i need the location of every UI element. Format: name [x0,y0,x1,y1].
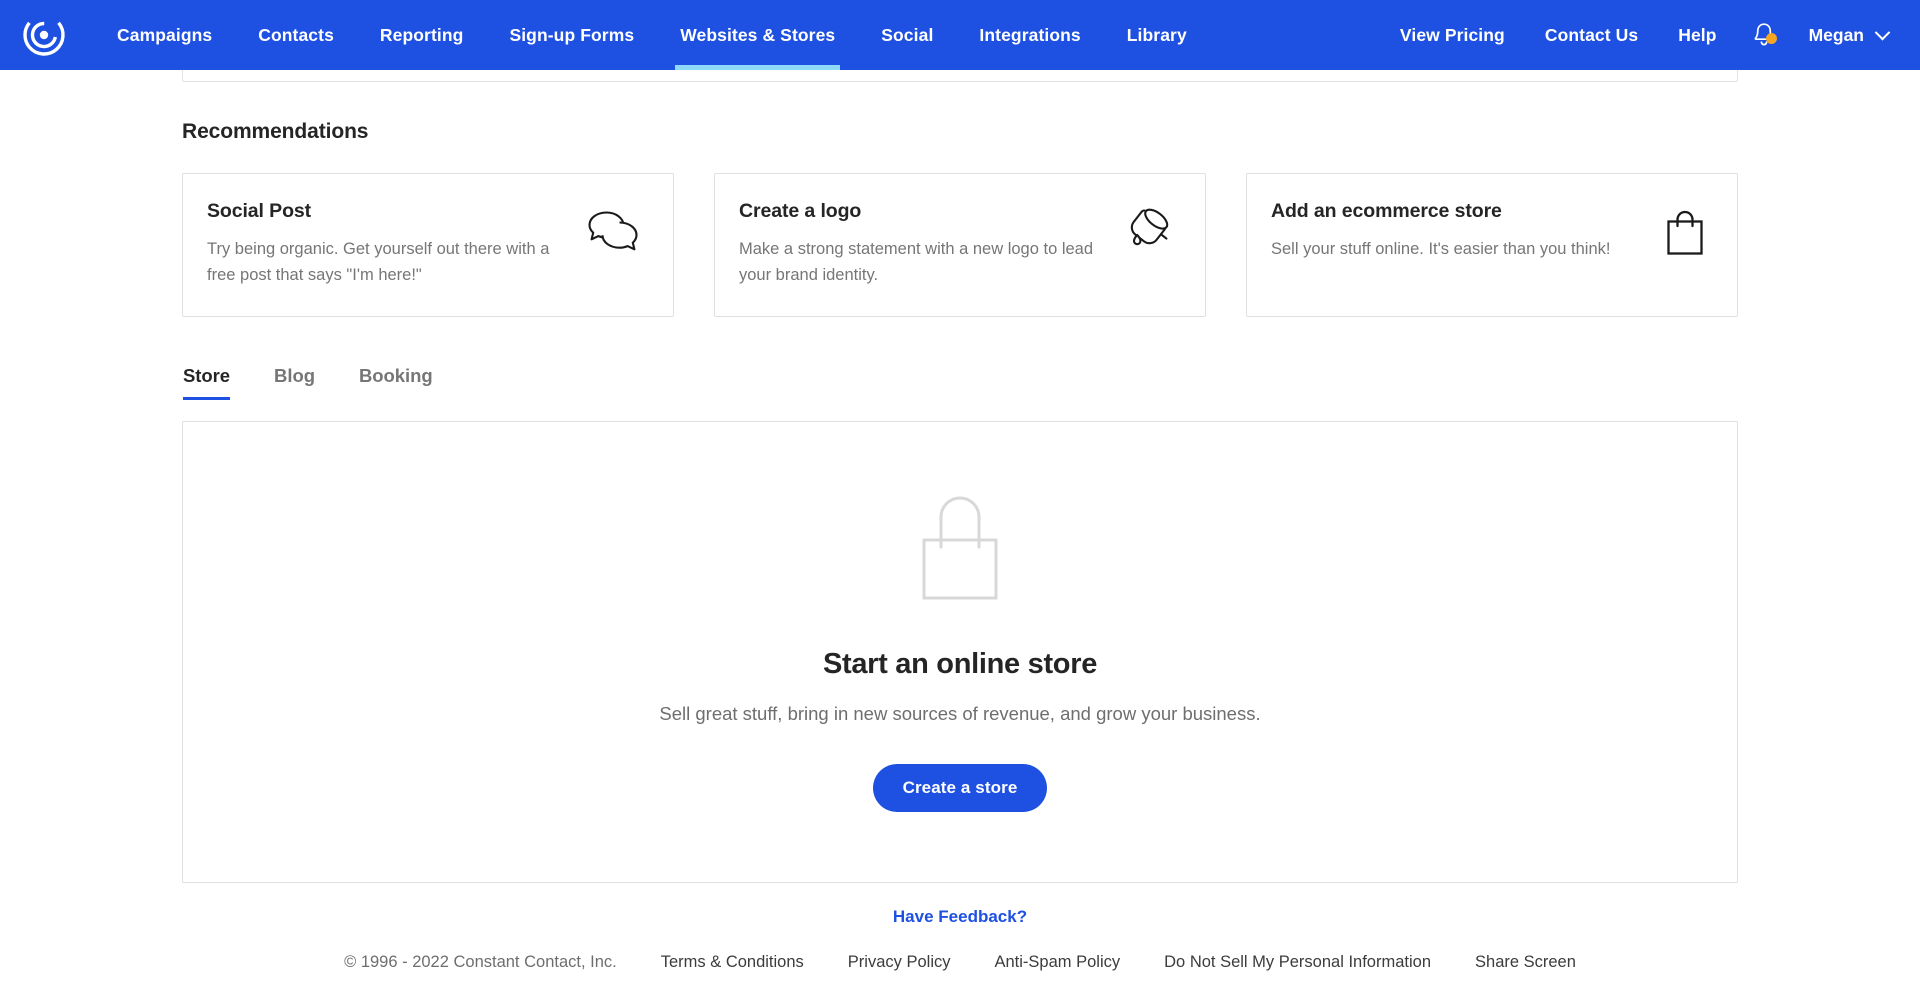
recommendation-card-social-post[interactable]: Social Post Try being organic. Get yours… [182,173,674,318]
nav-item-campaigns[interactable]: Campaigns [94,0,235,70]
footer-link-share-screen[interactable]: Share Screen [1475,953,1576,972]
recommendation-card-description: Make a strong statement with a new logo … [739,240,1094,285]
empty-state-subtitle: Sell great stuff, bring in new sources o… [659,702,1261,724]
shopping-bag-icon [1663,208,1707,263]
footer-link-anti-spam-policy[interactable]: Anti-Spam Policy [995,953,1121,972]
content-container: Recommendations Social Post Try being or… [182,70,1738,992]
footer-link-do-not-sell-my-personal-information[interactable]: Do Not Sell My Personal Information [1164,953,1431,972]
recommendation-card-add-ecommerce-store[interactable]: Add an ecommerce store Sell your stuff o… [1246,173,1738,318]
nav-item-view-pricing[interactable]: View Pricing [1380,0,1525,70]
recommendation-card-title: Add an ecommerce store [1271,200,1502,222]
nav-label: Social [881,24,934,45]
recommendations-heading: Recommendations [182,120,369,143]
nav-label: Websites & Stores [680,24,836,45]
feedback-section: Have Feedback? [182,907,1738,927]
secondary-nav-items: View Pricing Contact Us Help Megan [1380,0,1894,70]
user-name-label: Megan [1808,24,1864,45]
nav-item-sign-up-forms[interactable]: Sign-up Forms [486,0,657,70]
content-type-tabs: Store Blog Booking [182,365,1738,401]
notification-alert-dot [1765,33,1777,44]
footer-link-privacy-policy[interactable]: Privacy Policy [848,953,951,972]
nav-item-integrations[interactable]: Integrations [956,0,1103,70]
nav-label: Sign-up Forms [509,24,635,45]
notifications-button[interactable] [1741,0,1787,70]
page-body: Recommendations Social Post Try being or… [0,70,1920,992]
above-panel-card-edge [182,70,1738,82]
footer-link-terms-and-conditions[interactable]: Terms & Conditions [661,953,804,972]
nav-item-websites-and-stores[interactable]: Websites & Stores [657,0,858,70]
tab-blog[interactable]: Blog [274,365,315,400]
nav-label: Contact Us [1544,24,1639,45]
recommendation-card-create-a-logo[interactable]: Create a logo Make a strong statement wi… [714,173,1206,318]
nav-item-contacts[interactable]: Contacts [235,0,357,70]
speech-bubbles-icon [585,208,643,259]
primary-nav-items: Campaigns Contacts Reporting Sign-up For… [94,0,1210,70]
nav-item-social[interactable]: Social [858,0,956,70]
nav-label: Contacts [258,24,334,45]
nav-label: Library [1126,24,1187,45]
chevron-down-icon [1874,24,1891,40]
nav-item-contact-us[interactable]: Contact Us [1525,0,1658,70]
constant-contact-logo-icon[interactable] [22,13,66,57]
copyright-text: © 1996 - 2022 Constant Contact, Inc. [344,953,617,972]
recommendation-card-text: Social Post Try being organic. Get yours… [207,200,573,288]
nav-item-help[interactable]: Help [1658,0,1736,70]
empty-state-title: Start an online store [822,647,1098,680]
paint-bucket-icon [1123,208,1175,261]
nav-item-library[interactable]: Library [1104,0,1210,70]
recommendation-card-title: Create a logo [739,200,862,222]
recommendation-card-description: Try being organic. Get yourself out ther… [207,240,550,285]
tab-label: Booking [358,365,433,387]
recommendation-card-title: Social Post [207,200,312,222]
store-empty-state-panel: Start an online store Sell great stuff, … [182,421,1738,884]
tab-store[interactable]: Store [183,365,231,401]
tab-label: Blog [274,365,315,387]
nav-label: Reporting [379,24,464,45]
recommendation-card-text: Add an ecommerce store Sell your stuff o… [1271,200,1610,262]
top-navigation-bar: Campaigns Contacts Reporting Sign-up For… [0,0,1920,70]
nav-label: Campaigns [117,24,213,45]
create-a-store-button[interactable]: Create a store [872,763,1048,812]
page-footer: © 1996 - 2022 Constant Contact, Inc. Ter… [182,953,1738,992]
tab-booking[interactable]: Booking [359,365,433,400]
recommendation-card-text: Create a logo Make a strong statement wi… [739,200,1111,288]
user-account-menu[interactable]: Megan [1791,24,1894,46]
nav-label: Help [1678,24,1717,45]
have-feedback-link[interactable]: Have Feedback? [893,907,1027,926]
nav-item-reporting[interactable]: Reporting [357,0,487,70]
recommendation-card-description: Sell your stuff online. It's easier than… [1271,240,1611,258]
nav-label: Integrations [979,24,1081,45]
nav-label: View Pricing [1399,24,1505,45]
tab-label: Store [183,365,231,387]
shopping-bag-outline-icon [919,493,1001,608]
recommendations-row: Social Post Try being organic. Get yours… [182,173,1738,318]
